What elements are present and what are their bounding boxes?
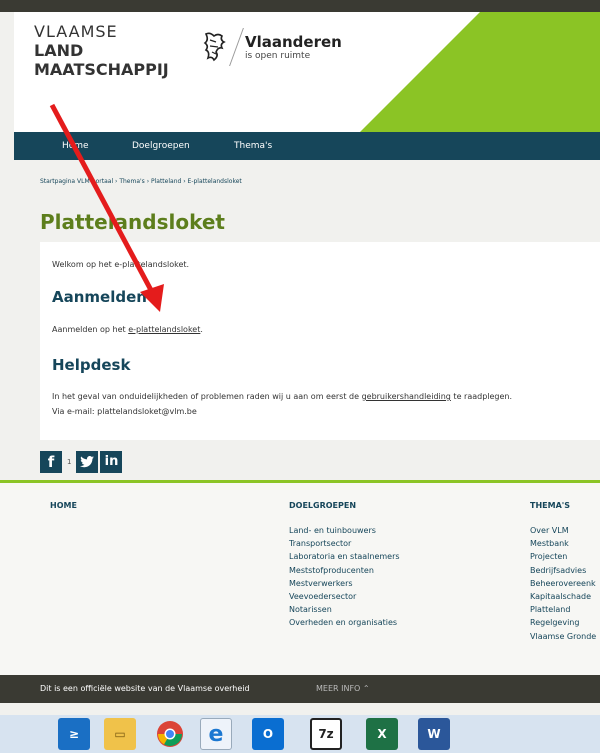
footer-link[interactable]: Land- en tuinbouwers — [289, 524, 400, 537]
chevron-up-icon: ⌃ — [362, 684, 370, 693]
content-box: Welkom op het e-plattelandsloket. Aanmel… — [40, 242, 600, 440]
official-text: Dit is een officiële website van de Vlaa… — [40, 684, 250, 693]
footer-link[interactable]: Meststofproducenten — [289, 564, 400, 577]
vlm-logo-line2: LAND — [34, 41, 84, 60]
footer-link[interactable]: Veevoedersector — [289, 590, 400, 603]
facebook-icon[interactable]: f — [40, 451, 62, 473]
main-nav: Home Doelgroepen Thema's — [14, 132, 600, 160]
nav-home[interactable]: Home — [62, 141, 89, 151]
footer-link[interactable]: Bedrijfsadvies — [530, 564, 596, 577]
linkedin-icon[interactable]: in — [100, 451, 123, 473]
aanmelden-prefix: Aanmelden op het — [52, 325, 129, 334]
nav-themas[interactable]: Thema's — [234, 141, 272, 151]
vlm-logo-line1: VLAAMSE — [34, 22, 118, 41]
footer-link[interactable]: Mestbank — [530, 537, 596, 550]
helpdesk-heading: Helpdesk — [52, 356, 131, 374]
welcome-text: Welkom op het e-plattelandsloket. — [52, 260, 190, 269]
outlook-icon[interactable]: O — [252, 718, 284, 750]
header-green-shape — [360, 12, 600, 132]
footer-link[interactable]: Notarissen — [289, 603, 400, 616]
site-header: VLAAMSE LAND MAATSCHAPPIJ Vlaanderen is … — [14, 12, 600, 132]
windows-taskbar: ≥ ▭ e O 7z X W — [0, 715, 600, 753]
gebruikershandleiding-link[interactable]: gebruikershandleiding — [362, 392, 451, 401]
footer-link[interactable]: Beheerovereenk — [530, 577, 596, 590]
social-share: f 1 in — [40, 451, 123, 473]
aanmelden-suffix: . — [200, 325, 203, 334]
aanmelden-text: Aanmelden op het e-plattelandsloket. — [52, 325, 203, 334]
chrome-icon[interactable] — [154, 718, 186, 750]
footer-themas-title[interactable]: THEMA'S — [530, 501, 596, 510]
file-explorer-icon[interactable]: ▭ — [104, 718, 136, 750]
internet-explorer-icon[interactable]: e — [200, 718, 232, 750]
excel-icon[interactable]: X — [366, 718, 398, 750]
aanmelden-heading: Aanmelden — [52, 288, 147, 306]
footer-doelgroepen-title[interactable]: DOELGROEPEN — [289, 501, 400, 510]
vlm-logo-line3: MAATSCHAPPIJ — [34, 60, 169, 79]
footer-link[interactable]: Vlaamse Gronde — [530, 630, 596, 643]
vlm-logo[interactable]: VLAAMSE LAND MAATSCHAPPIJ — [34, 22, 169, 79]
word-icon[interactable]: W — [418, 718, 450, 750]
facebook-count: 1 — [67, 458, 72, 466]
footer-link[interactable]: Over VLM — [530, 524, 596, 537]
footer-link[interactable]: Platteland — [530, 603, 596, 616]
footer-link[interactable]: Mestverwerkers — [289, 577, 400, 590]
twitter-icon[interactable] — [76, 451, 99, 473]
email-text: Via e-mail: plattelandsloket@vlm.be — [52, 407, 197, 416]
helpdesk-suffix: te raadplegen. — [450, 392, 513, 401]
footer-col-doelgroepen: DOELGROEPEN Land- en tuinbouwers Transpo… — [289, 501, 400, 630]
meer-info-label: MEER INFO — [316, 684, 361, 693]
vlaanderen-tagline: is open ruimte — [245, 51, 311, 61]
official-bar: Dit is een officiële website van de Vlaa… — [0, 675, 600, 703]
footer-link[interactable]: Kapitaalschade — [530, 590, 596, 603]
7zip-icon[interactable]: 7z — [310, 718, 342, 750]
logo-separator — [229, 28, 244, 66]
lion-icon — [203, 32, 226, 62]
footer-link[interactable]: Overheden en organisaties — [289, 616, 400, 629]
footer-col-themas: THEMA'S Over VLM Mestbank Projecten Bedr… — [530, 501, 596, 643]
powershell-icon[interactable]: ≥ — [58, 718, 90, 750]
footer-link[interactable]: Laboratoria en staalnemers — [289, 550, 400, 563]
meer-info-link[interactable]: MEER INFO ⌃ — [316, 684, 370, 693]
e-plattelandsloket-link[interactable]: e-plattelandsloket — [128, 325, 200, 334]
browser-top-bar — [0, 0, 600, 12]
footer-link[interactable]: Transportsector — [289, 537, 400, 550]
footer-col-home: HOME — [50, 501, 77, 524]
vlaanderen-name: Vlaanderen — [245, 33, 342, 51]
footer-link[interactable]: Regelgeving — [530, 616, 596, 629]
nav-doelgroepen[interactable]: Doelgroepen — [132, 141, 190, 151]
helpdesk-text: In het geval van onduidelijkheden of pro… — [52, 392, 512, 401]
helpdesk-prefix: In het geval van onduidelijkheden of pro… — [52, 392, 362, 401]
vlaanderen-logo[interactable]: Vlaanderen is open ruimte — [200, 28, 342, 66]
breadcrumb[interactable]: Startpagina VLM-portaal › Thema's › Plat… — [40, 178, 242, 185]
footer-home-title[interactable]: HOME — [50, 501, 77, 510]
footer-link[interactable]: Projecten — [530, 550, 596, 563]
page-title: Plattelandsloket — [40, 210, 225, 234]
site-footer: HOME DOELGROEPEN Land- en tuinbouwers Tr… — [0, 483, 600, 675]
